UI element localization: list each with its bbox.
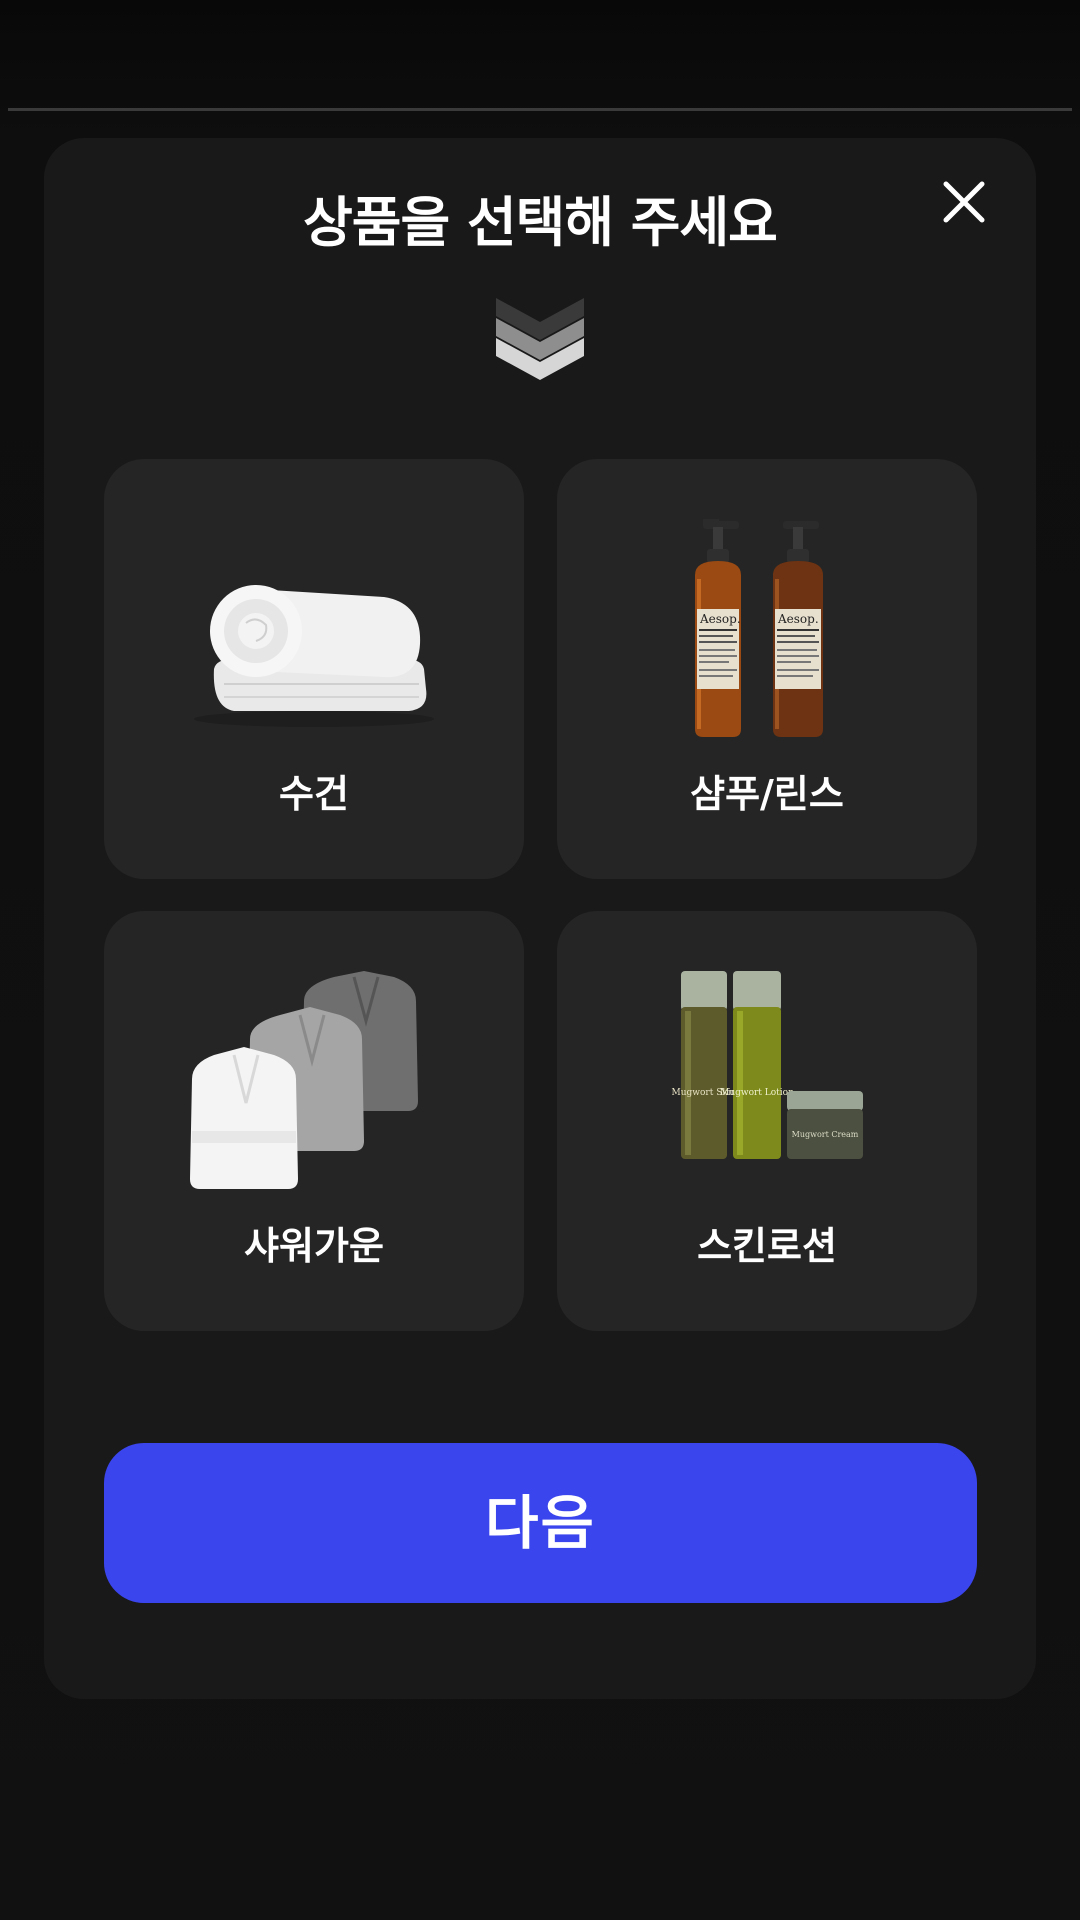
product-card-bathrobe[interactable]: 샤워가운 [104,911,524,1331]
product-card-towel[interactable]: 수건 [104,459,524,879]
bathrobe-icon [190,971,418,1189]
shampoo-bottles-icon: Aesop. Aesop. [695,519,823,737]
skincare-set-icon: Mugwort Skin Mugwort Lotion Mugwort Crea… [672,971,863,1159]
product-label-bathrobe: 샤워가운 [244,1224,384,1268]
product-label-towel: 수건 [279,772,349,816]
top-divider [8,108,1072,111]
chevron-down-double-icon [496,298,584,380]
product-label-skincare: 스킨로션 [697,1224,837,1268]
product-select-modal: 상품을 선택해 주세요 수건 Aesop. Aesop. 샴푸/린스 샤워가운 … [44,138,1036,1699]
product-label-shampoo: 샴푸/린스 [690,772,844,816]
brand-text-bottle-2: Aesop. [777,612,819,626]
next-button[interactable]: 다음 [104,1443,977,1603]
modal-title: 상품을 선택해 주세요 [303,191,778,254]
product-card-shampoo[interactable]: Aesop. Aesop. 샴푸/린스 [557,459,977,879]
brand-text-lotion: Mugwort Lotion [720,1088,794,1098]
brand-text-bottle-1: Aesop. [699,612,741,626]
screen: 상품을 선택해 주세요 수건 Aesop. Aesop. 샴푸/린스 샤워가운 … [0,0,1080,1920]
towel-icon [194,585,434,727]
product-card-skincare[interactable]: Mugwort Skin Mugwort Lotion Mugwort Crea… [557,911,977,1331]
brand-text-cream: Mugwort Cream [792,1130,859,1139]
